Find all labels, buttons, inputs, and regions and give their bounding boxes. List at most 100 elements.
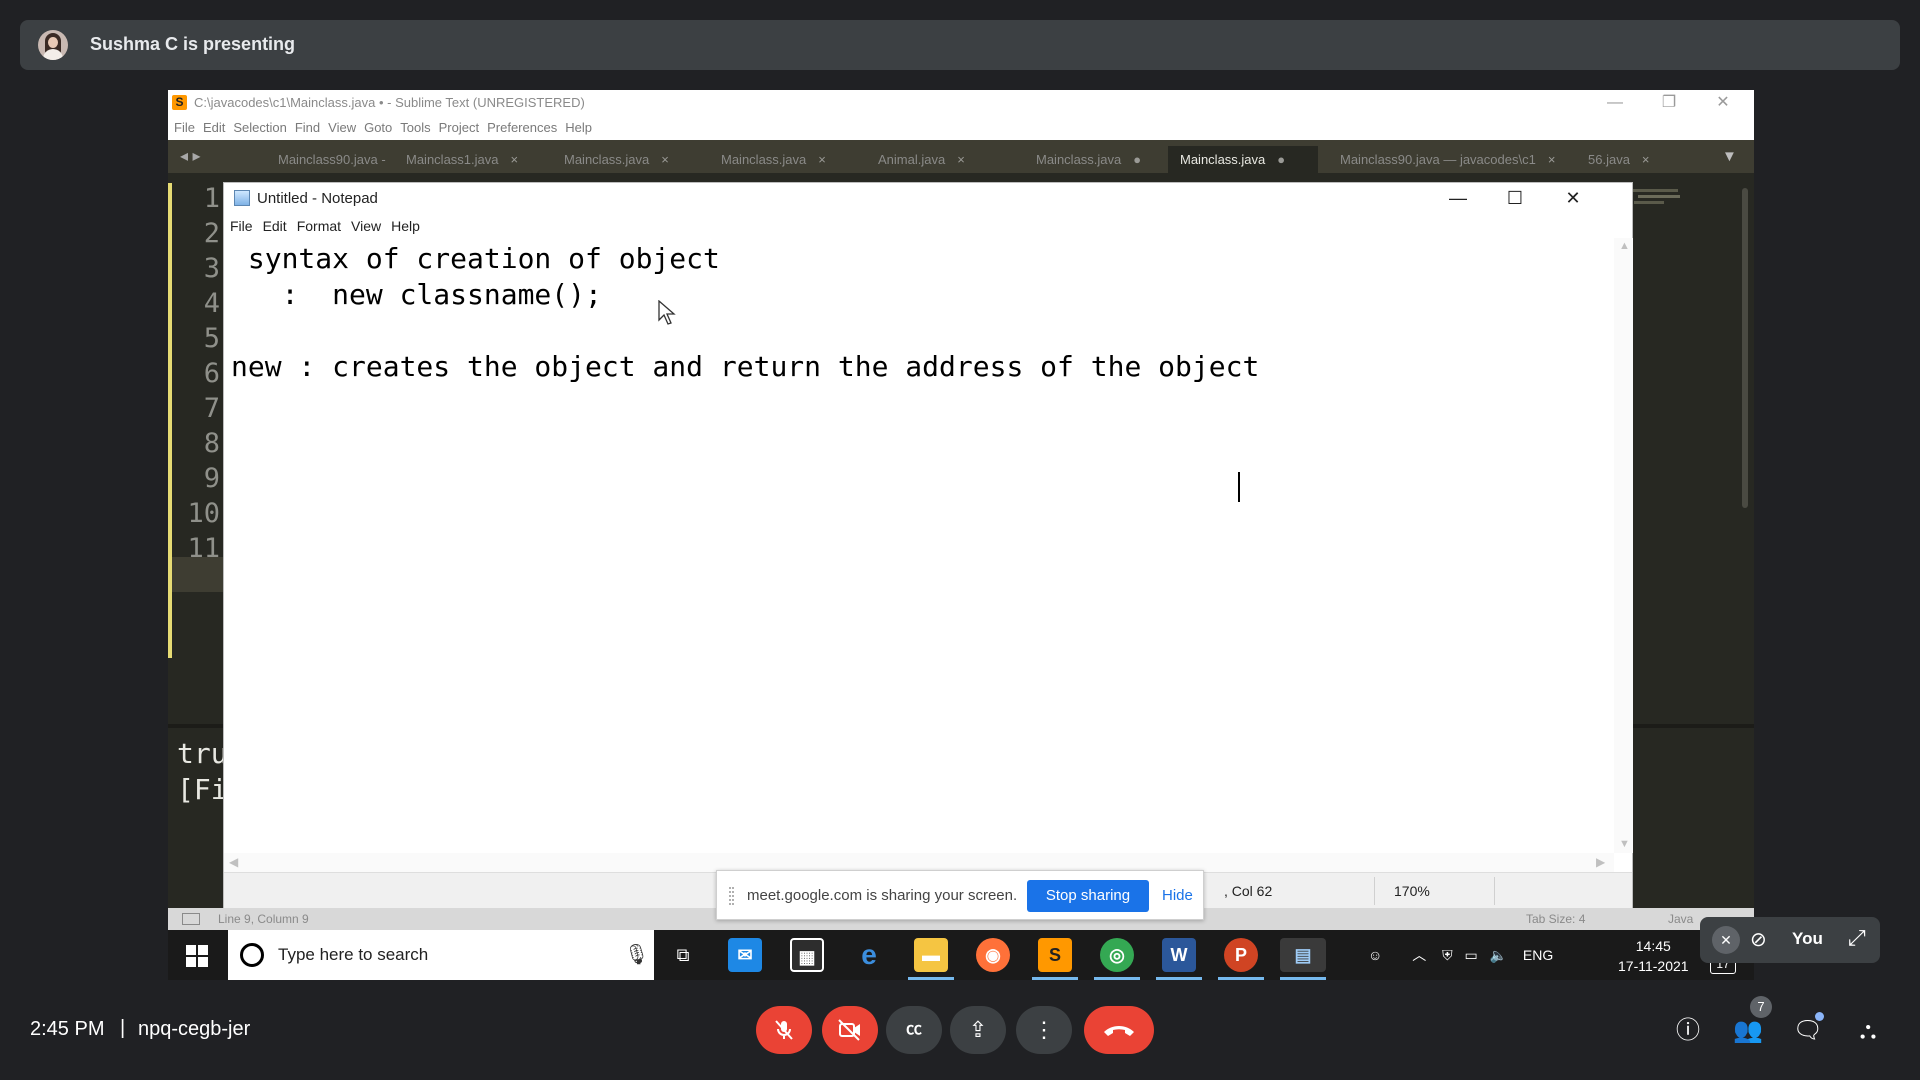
camera-toggle-button[interactable] — [822, 1006, 878, 1054]
tab-close-icon[interactable]: × — [957, 152, 965, 167]
menu-help[interactable]: Help — [565, 120, 592, 135]
np-menu-format[interactable]: Format — [297, 218, 341, 234]
chevron-up-icon[interactable]: ︿ — [1412, 947, 1426, 963]
notepad-column: , Col 62 — [1224, 883, 1273, 899]
language-indicator[interactable]: ENG — [1523, 947, 1553, 963]
tab-56[interactable]: 56.java × — [1576, 146, 1676, 173]
line-number: 2 — [203, 218, 220, 249]
scroll-up-icon[interactable]: ▲ — [1619, 240, 1630, 252]
np-menu-edit[interactable]: Edit — [263, 218, 287, 234]
notepad-maximize-icon[interactable]: ☐ — [1486, 183, 1544, 214]
firefox-icon[interactable]: ◉ — [976, 938, 1010, 972]
clock-time: 14:45 — [1635, 938, 1671, 954]
menu-selection[interactable]: Selection — [233, 120, 286, 135]
tab-mainclass-active[interactable]: Mainclass.java ● — [1168, 146, 1318, 173]
people-icon[interactable]: 👥 — [1730, 1013, 1766, 1049]
meeting-info-icon[interactable]: ⓘ — [1670, 1013, 1706, 1049]
menu-tools[interactable]: Tools — [400, 120, 430, 135]
camera-off-icon — [838, 1019, 860, 1041]
word-icon[interactable]: W — [1162, 938, 1196, 972]
panel-toggle-icon[interactable] — [182, 913, 200, 925]
sublime-menu-bar: File Edit Selection Find View Goto Tools Projec… — [168, 116, 1754, 140]
notepad-text-area[interactable]: syntax of creation of object : new class… — [231, 241, 1259, 385]
tab-mainclass90-full[interactable]: Mainclass90.java — javacodes\c1 × — [1328, 146, 1578, 173]
tab-mainclass1[interactable]: Mainclass1.java × — [394, 146, 544, 173]
np-menu-view[interactable]: View — [351, 218, 381, 234]
tab-close-icon[interactable]: × — [818, 152, 826, 167]
windows-taskbar: Type here to search 🎙 ⧉ ✉ ▦ e ▬ ◉ S ◎ W … — [168, 930, 1754, 980]
task-view-icon[interactable]: ⧉ — [666, 938, 700, 972]
notepad-taskbar-icon[interactable]: ▤ — [1280, 938, 1326, 972]
tab-animal[interactable]: Animal.java × — [866, 146, 1016, 173]
tab-scroll-arrows-icon[interactable]: ◂ ▸ — [180, 146, 201, 166]
drag-handle-icon[interactable] — [729, 887, 734, 905]
tab-size[interactable]: Tab Size: 4 — [1526, 912, 1585, 926]
tab-dirty-icon[interactable]: ● — [1277, 152, 1285, 167]
taskbar-search[interactable]: Type here to search 🎙 — [228, 930, 654, 980]
menu-preferences[interactable]: Preferences — [487, 120, 557, 135]
tab-dirty-icon[interactable]: ● — [1133, 152, 1141, 167]
notepad-close-icon[interactable]: ✕ — [1544, 183, 1602, 214]
tab-mainclass-a[interactable]: Mainclass.java × — [552, 146, 702, 173]
np-menu-help[interactable]: Help — [391, 218, 420, 234]
leave-call-button[interactable] — [1084, 1006, 1154, 1054]
store-icon[interactable]: ▦ — [790, 938, 824, 972]
tab-mainclass-b[interactable]: Mainclass.java × — [709, 146, 859, 173]
more-options-button[interactable]: ⋮ — [1016, 1006, 1072, 1054]
restore-icon[interactable]: ❐ — [1642, 92, 1696, 114]
tab-close-icon[interactable]: × — [1642, 152, 1650, 167]
file-explorer-icon[interactable]: ▬ — [914, 938, 948, 972]
present-button[interactable]: ⇪ — [950, 1006, 1006, 1054]
line-number: 1 — [203, 183, 220, 214]
people-icon[interactable]: ☺ — [1368, 947, 1382, 963]
notepad-vertical-scrollbar[interactable]: ▲ ▼ — [1614, 238, 1633, 853]
np-menu-file[interactable]: File — [230, 218, 253, 234]
menu-view[interactable]: View — [328, 120, 356, 135]
windows-start-icon[interactable] — [186, 945, 208, 967]
chrome-icon[interactable]: ◎ — [1100, 938, 1134, 972]
meeting-separator: | — [120, 1017, 126, 1039]
menu-find[interactable]: Find — [295, 120, 320, 135]
syntax-mode[interactable]: Java — [1668, 912, 1693, 926]
sublime-minimap[interactable] — [1630, 183, 1740, 658]
cursor-position: Line 9, Column 9 — [218, 912, 309, 926]
tab-close-icon[interactable]: × — [511, 152, 519, 167]
microphone-icon[interactable]: 🎙 — [624, 942, 649, 967]
battery-icon[interactable]: ▭ — [1464, 947, 1477, 963]
menu-file[interactable]: File — [174, 120, 195, 135]
activities-icon[interactable]: ⛬ — [1850, 1013, 1886, 1049]
notepad-title: Untitled - Notepad — [257, 190, 378, 207]
tab-dropdown-icon[interactable]: ▼ — [1722, 148, 1737, 165]
mic-toggle-button[interactable] — [756, 1006, 812, 1054]
active-app-indicator — [1156, 977, 1202, 980]
expand-icon[interactable]: ⤢ — [1848, 925, 1866, 951]
minimize-icon[interactable]: — — [1588, 92, 1642, 114]
menu-goto[interactable]: Goto — [364, 120, 392, 135]
scroll-left-icon[interactable]: ◀ — [229, 855, 238, 869]
scroll-down-icon[interactable]: ▼ — [1619, 838, 1630, 850]
line-number: 3 — [203, 253, 220, 284]
line-number: 9 — [203, 463, 220, 494]
close-icon[interactable]: ✕ — [1696, 92, 1750, 114]
stop-sharing-button[interactable]: Stop sharing — [1027, 880, 1149, 912]
tab-mainclass90[interactable]: Mainclass90.java - — [266, 146, 386, 173]
powerpoint-icon[interactable]: P — [1224, 938, 1258, 972]
tab-close-icon[interactable]: × — [661, 152, 669, 167]
tab-mainclass-c[interactable]: Mainclass.java ● — [1024, 146, 1174, 173]
menu-edit[interactable]: Edit — [203, 120, 225, 135]
sublime-scrollbar[interactable] — [1742, 188, 1748, 508]
captions-button[interactable]: ㏄ — [886, 1006, 942, 1054]
cortana-icon — [240, 943, 264, 967]
tab-close-icon[interactable]: × — [1548, 152, 1556, 167]
notepad-minimize-icon[interactable]: — — [1429, 183, 1487, 214]
edge-icon[interactable]: e — [852, 938, 886, 972]
clock[interactable]: 14:45 17-11-2021 — [1618, 936, 1689, 976]
active-app-indicator — [908, 977, 954, 980]
defender-icon[interactable]: ⛨ — [1442, 947, 1453, 963]
sublime-text-icon[interactable]: S — [1038, 938, 1072, 972]
volume-icon[interactable]: 🔈 — [1490, 947, 1507, 963]
hide-button[interactable]: Hide — [1162, 887, 1193, 904]
scroll-right-icon[interactable]: ▶ — [1596, 855, 1605, 869]
menu-project[interactable]: Project — [439, 120, 479, 135]
mail-icon[interactable]: ✉ — [728, 938, 762, 972]
